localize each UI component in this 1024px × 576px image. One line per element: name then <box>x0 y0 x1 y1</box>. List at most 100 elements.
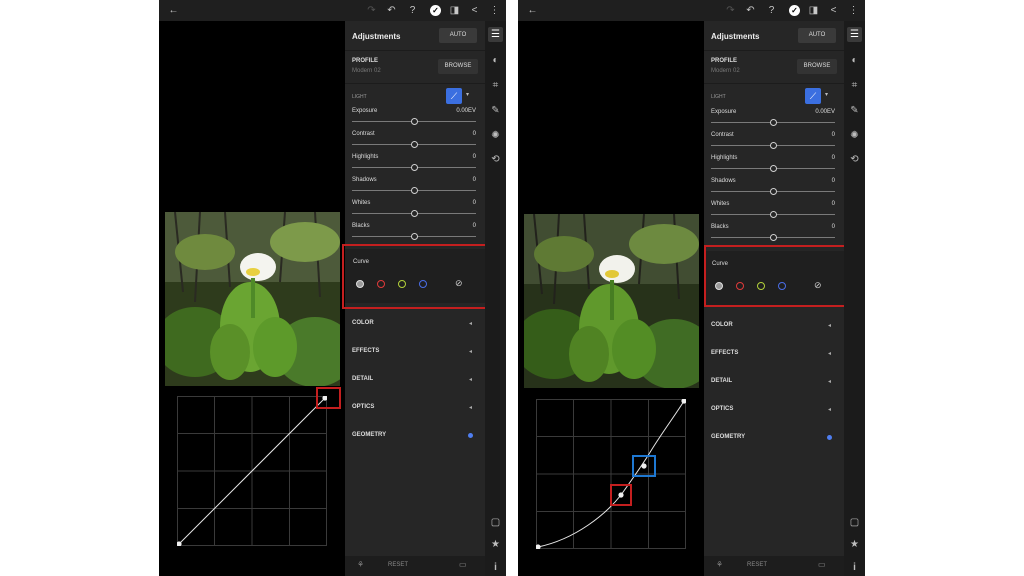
section-color[interactable]: COLOR ◂ <box>345 310 485 338</box>
photo-preview <box>165 212 340 386</box>
slider-label: Highlights <box>711 155 738 161</box>
section-effects[interactable]: EFFECTS ◂ <box>345 338 485 366</box>
highlights-slider[interactable]: Highlights 0 <box>352 154 476 174</box>
crop-icon[interactable]: ⌗ <box>847 78 862 93</box>
tone-curve-graph[interactable] <box>535 398 687 550</box>
slider-thumb[interactable] <box>769 165 777 172</box>
highlight-curve-endpoint <box>316 387 341 409</box>
adjust-sliders-icon[interactable]: ☰ <box>488 27 503 42</box>
back-arrow-icon[interactable]: ← <box>525 3 540 18</box>
section-detail[interactable]: DETAIL ◂ <box>345 366 485 394</box>
comment-icon[interactable]: ▢ <box>847 515 862 530</box>
flower-icon[interactable]: ⚘ <box>716 560 723 569</box>
highlight-curve-point-low <box>610 484 632 506</box>
undo-icon[interactable]: ↶ <box>384 3 399 18</box>
slider-thumb[interactable] <box>769 188 777 195</box>
slider-thumb[interactable] <box>769 234 777 241</box>
history-icon[interactable]: ⟲ <box>847 152 862 167</box>
slider-value: 0 <box>472 131 476 137</box>
presets-icon[interactable]: ◐ <box>488 53 503 68</box>
share-icon[interactable]: < <box>467 3 482 18</box>
info-icon[interactable]: i <box>847 560 862 575</box>
divider <box>345 83 485 84</box>
redo-icon[interactable]: ↷ <box>723 3 738 18</box>
slider-thumb[interactable] <box>410 233 418 240</box>
info-icon[interactable]: i <box>488 560 503 575</box>
share-icon[interactable]: < <box>826 3 841 18</box>
copy-settings-icon[interactable]: ▭ <box>818 560 826 569</box>
reset-button[interactable]: RESET <box>388 562 408 568</box>
healing-brush-icon[interactable]: ✎ <box>488 103 503 118</box>
tone-curve-toggle-icon[interactable]: ⟋ <box>805 88 821 104</box>
section-effects[interactable]: EFFECTS ◂ <box>704 340 844 368</box>
undo-icon[interactable]: ↶ <box>743 3 758 18</box>
more-menu-icon[interactable]: ⋮ <box>487 3 502 18</box>
done-check-icon[interactable]: ✓ <box>430 5 441 16</box>
contrast-slider[interactable]: Contrast 0 <box>711 132 835 152</box>
healing-brush-icon[interactable]: ✎ <box>847 103 862 118</box>
back-arrow-icon[interactable]: ← <box>166 3 181 18</box>
done-check-icon[interactable]: ✓ <box>789 5 800 16</box>
whites-slider[interactable]: Whites 0 <box>711 201 835 221</box>
slider-thumb[interactable] <box>410 118 418 125</box>
slider-thumb[interactable] <box>410 141 418 148</box>
contrast-slider[interactable]: Contrast 0 <box>352 131 476 151</box>
slider-thumb[interactable] <box>769 119 777 126</box>
slider-thumb[interactable] <box>769 142 777 149</box>
app-screen-before: ← ↷ ↶ ? ✓ ◨ < ⋮ Adjustments AUTO PROFILE… <box>159 0 506 576</box>
help-icon[interactable]: ? <box>764 3 779 18</box>
section-optics[interactable]: OPTICS ◂ <box>704 396 844 424</box>
slider-value: 0.00EV <box>456 108 476 114</box>
star-icon[interactable]: ★ <box>488 537 503 552</box>
presets-icon[interactable]: ◐ <box>847 53 862 68</box>
compare-icon[interactable]: ◨ <box>806 3 821 18</box>
tone-curve-toggle-icon[interactable]: ⟋ <box>446 88 462 104</box>
reset-button[interactable]: RESET <box>747 562 767 568</box>
crop-icon[interactable]: ⌗ <box>488 78 503 93</box>
profile-value: Modern 02 <box>352 68 381 74</box>
browse-button[interactable]: BROWSE <box>797 59 837 74</box>
exposure-slider[interactable]: Exposure 0.00EV <box>352 108 476 128</box>
adjust-sliders-icon[interactable]: ☰ <box>847 27 862 42</box>
help-icon[interactable]: ? <box>405 3 420 18</box>
slider-thumb[interactable] <box>410 164 418 171</box>
highlights-slider[interactable]: Highlights 0 <box>711 155 835 175</box>
exposure-slider[interactable]: Exposure 0.00EV <box>711 109 835 129</box>
comment-icon[interactable]: ▢ <box>488 515 503 530</box>
divider <box>704 83 844 84</box>
blacks-slider[interactable]: Blacks 0 <box>711 224 835 244</box>
section-label: OPTICS <box>352 404 375 410</box>
blacks-slider[interactable]: Blacks 0 <box>352 223 476 243</box>
section-geometry[interactable]: GEOMETRY <box>704 424 844 452</box>
shadows-slider[interactable]: Shadows 0 <box>352 177 476 197</box>
slider-label: Whites <box>352 200 371 206</box>
redo-icon[interactable]: ↷ <box>364 3 379 18</box>
slider-label: Blacks <box>711 224 729 230</box>
browse-button[interactable]: BROWSE <box>438 59 478 74</box>
whites-slider[interactable]: Whites 0 <box>352 200 476 220</box>
section-optics[interactable]: OPTICS ◂ <box>345 394 485 422</box>
slider-thumb[interactable] <box>410 210 418 217</box>
auto-button[interactable]: AUTO <box>439 28 477 43</box>
shadows-slider[interactable]: Shadows 0 <box>711 178 835 198</box>
geometry-dot-icon <box>468 433 473 438</box>
section-detail[interactable]: DETAIL ◂ <box>704 368 844 396</box>
auto-button[interactable]: AUTO <box>798 28 836 43</box>
compare-icon[interactable]: ◨ <box>447 3 462 18</box>
section-color[interactable]: COLOR ◂ <box>704 312 844 340</box>
masking-icon[interactable]: ✺ <box>488 128 503 143</box>
chevron-down-icon[interactable]: ▾ <box>466 91 469 98</box>
flower-icon[interactable]: ⚘ <box>357 560 364 569</box>
slider-thumb[interactable] <box>410 187 418 194</box>
star-icon[interactable]: ★ <box>847 537 862 552</box>
slider-thumb[interactable] <box>769 211 777 218</box>
more-menu-icon[interactable]: ⋮ <box>846 3 861 18</box>
masking-icon[interactable]: ✺ <box>847 128 862 143</box>
chevron-left-icon: ◂ <box>469 321 473 327</box>
history-icon[interactable]: ⟲ <box>488 152 503 167</box>
copy-settings-icon[interactable]: ▭ <box>459 560 467 569</box>
section-label: EFFECTS <box>352 348 380 354</box>
section-geometry[interactable]: GEOMETRY <box>345 422 485 450</box>
tone-curve-graph[interactable] <box>176 395 328 547</box>
chevron-down-icon[interactable]: ▾ <box>825 91 828 98</box>
